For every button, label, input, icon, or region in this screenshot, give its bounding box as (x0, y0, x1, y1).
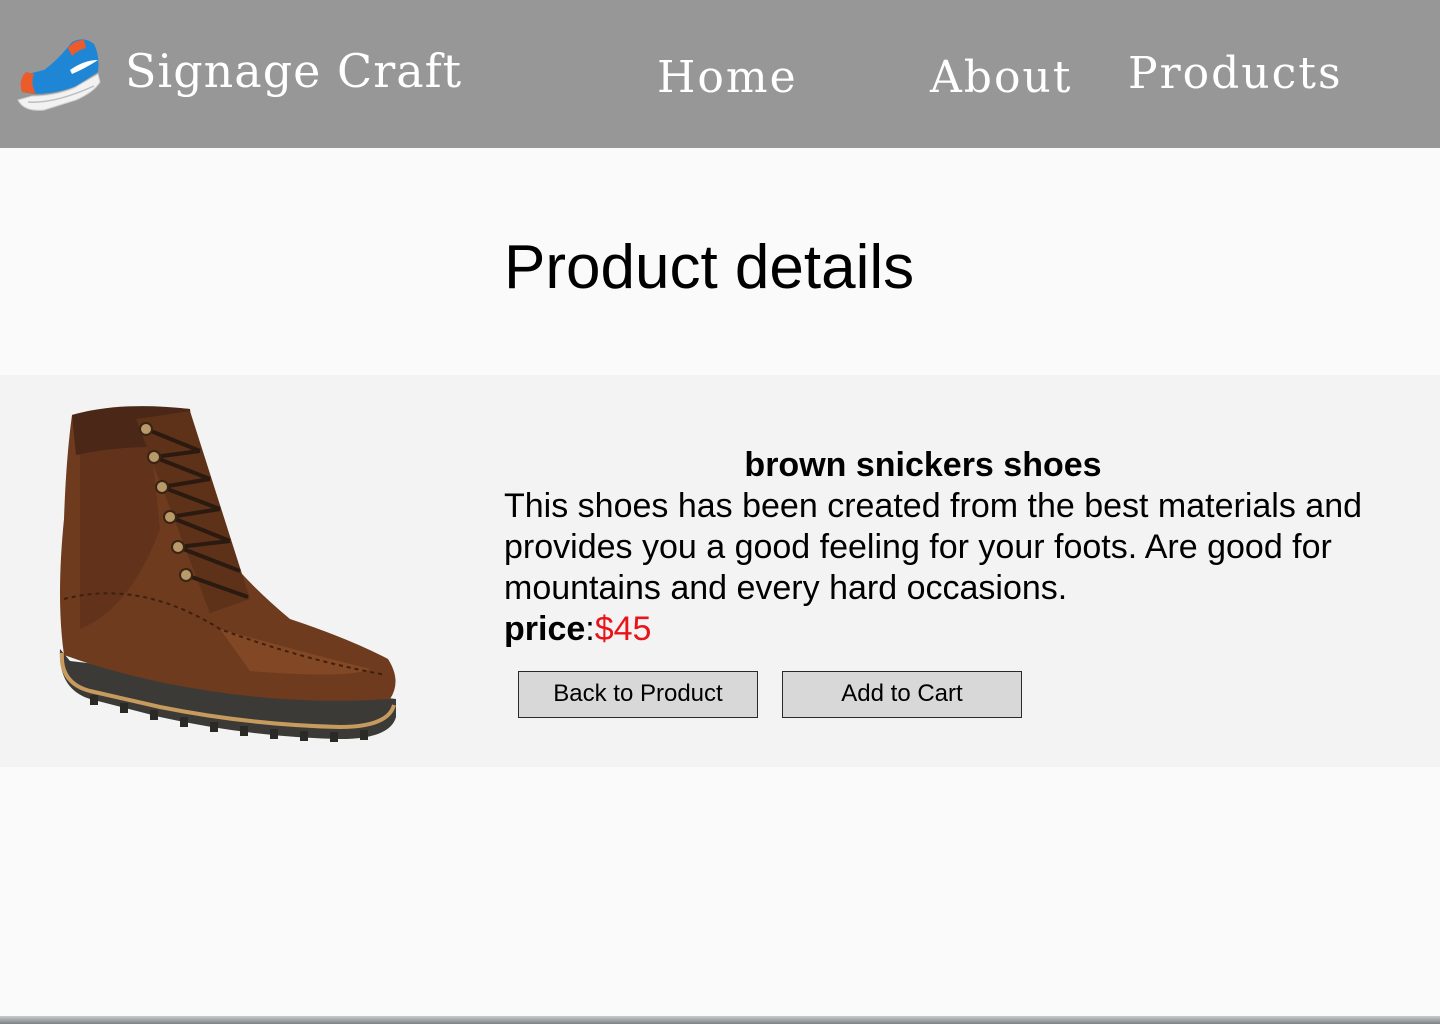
price-value: $45 (594, 610, 652, 648)
running-shoe-icon[interactable] (14, 30, 102, 116)
price-separator: : (585, 610, 595, 648)
brand-name[interactable]: Signage Craft (125, 44, 462, 98)
page: Signage Craft Home About Products Produc… (0, 0, 1440, 1024)
product-name: brown snickers shoes (744, 446, 1102, 484)
add-to-cart-button[interactable]: Add to Cart (782, 671, 1022, 718)
nav-about-link[interactable]: About (930, 52, 1072, 103)
page-title: Product details (504, 233, 915, 302)
site-header: Signage Craft Home About Products (0, 0, 1440, 148)
price-label: price (504, 610, 586, 648)
product-description: This shoes has been created from the bes… (504, 487, 1363, 607)
product-panel: brown snickers shoes This shoes has been… (0, 375, 1440, 767)
bottom-divider (0, 1016, 1440, 1024)
brown-boot-image (50, 399, 410, 747)
product-info: brown snickers shoes This shoes has been… (504, 445, 1424, 650)
nav-home-link[interactable]: Home (657, 52, 798, 103)
nav-products-link[interactable]: Products (1128, 48, 1343, 99)
price-line: price:$45 (504, 609, 1424, 650)
back-to-product-button[interactable]: Back to Product (518, 671, 758, 718)
